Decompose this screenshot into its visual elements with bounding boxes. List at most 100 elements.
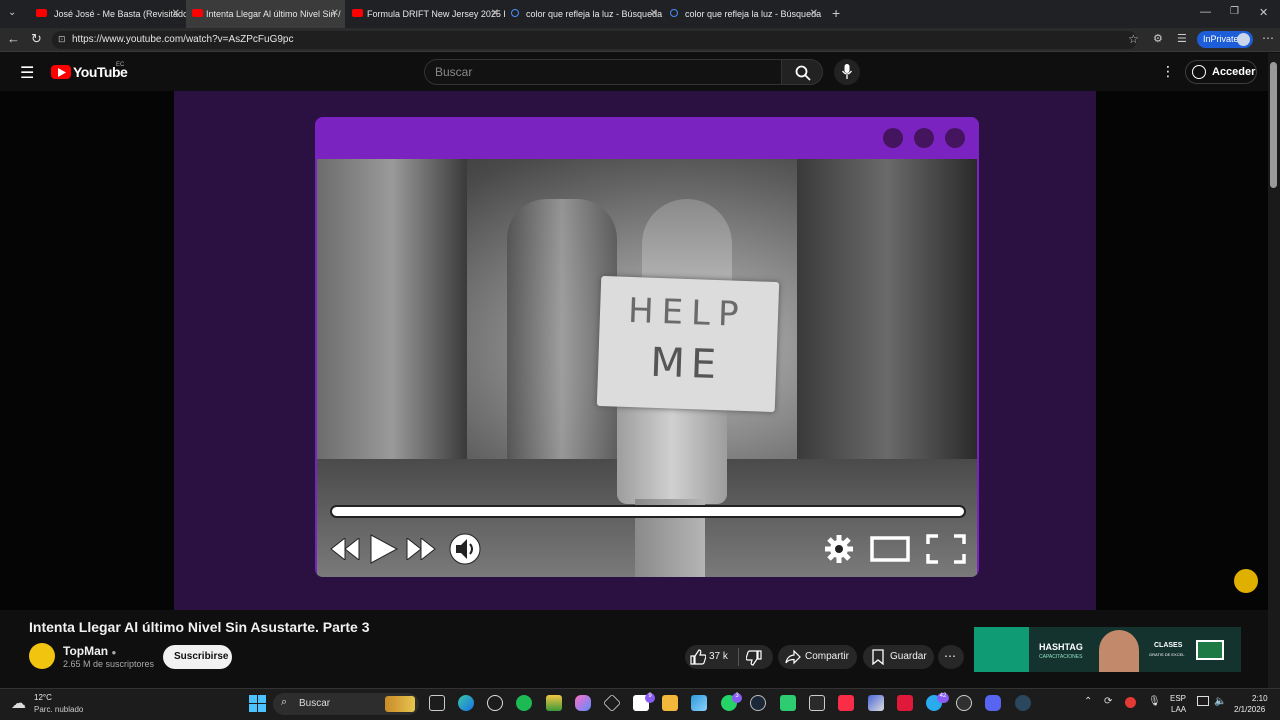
save-button[interactable]: Guardar [863,645,934,669]
video-progress-bar[interactable] [330,505,966,518]
ad-line-3: CLASES [1154,642,1183,649]
tab-title: Intenta Llegar Al último Nivel Sin / [206,9,341,19]
like-icon[interactable] [690,649,706,665]
sign-in-button[interactable]: Acceder [1185,60,1257,84]
photos-icon[interactable] [691,695,707,711]
browser-tab[interactable]: Formula DRIFT New Jersey 2025 H ✕ [345,0,505,28]
search-icon: ⌕ [281,696,288,708]
discord-icon[interactable] [985,695,1001,711]
site-info-icon[interactable]: ⊡ [58,34,66,45]
windows-start-icon[interactable] [249,695,266,712]
excel-icon [1196,640,1224,660]
dislike-icon[interactable] [746,650,762,666]
share-button[interactable]: Compartir [778,645,857,669]
sync-icon[interactable]: ⟳ [1104,696,1112,707]
search-button[interactable] [781,59,823,85]
volume-icon[interactable] [449,533,483,565]
task-view-icon[interactable] [429,695,445,711]
close-icon[interactable]: ✕ [650,8,658,19]
play-icon[interactable] [369,534,399,564]
search-icon [511,9,519,17]
network-icon[interactable] [1197,696,1209,706]
tab-list-chevron-icon[interactable]: ⌄ [8,7,16,18]
voice-search-button[interactable] [834,59,860,85]
steam-tray-icon[interactable] [1015,695,1031,711]
tiktok-icon[interactable] [897,695,913,711]
search-placeholder: Buscar [435,65,473,79]
antivirus-icon[interactable] [1125,697,1136,708]
shortcut-app-icon[interactable] [868,695,884,711]
settings-dots-icon[interactable]: ⋮ [1161,63,1175,80]
spotify-icon[interactable] [516,695,532,711]
youtube-icon [352,9,363,17]
scrollbar-thumb[interactable] [1270,62,1277,188]
game-app-icon[interactable] [780,695,796,711]
new-tab-icon[interactable]: + [832,5,840,21]
more-actions-button[interactable]: ⋯ [938,645,964,669]
channel-watermark-icon[interactable] [1234,569,1258,593]
chevron-up-icon[interactable]: ⌃ [1084,696,1092,707]
speaker-icon[interactable]: 🔈 [1214,696,1226,707]
clock-time[interactable]: 2:10 [1252,694,1268,703]
stack-app-icon[interactable] [546,695,562,711]
language-code-1[interactable]: ESP [1170,694,1186,703]
divider [738,648,739,666]
inprivate-label: InPrivate [1203,34,1239,44]
previous-track-icon[interactable] [330,538,360,560]
browser-tab[interactable]: José José - Me Basta (Revisitado [I ✕ [24,0,186,28]
close-icon[interactable]: ✕ [172,8,180,19]
extensions-icon[interactable]: ⚙ [1153,32,1163,45]
obs-icon[interactable] [956,695,972,711]
close-icon[interactable]: ✕ [810,8,818,19]
close-icon[interactable]: ✕ [491,8,499,19]
subscribe-button[interactable]: Suscribirse [163,645,232,669]
sign-line-1: HELP [627,290,748,336]
microphone-tray-icon[interactable]: 🎙 [1148,696,1161,707]
ad-banner[interactable]: HASHTAG CAPACITACIONES CLASES GRATIS DE … [974,627,1241,672]
clock-date[interactable]: 2/1/2026 [1234,705,1265,714]
weather-icon[interactable]: ☁ [11,694,26,712]
channel-avatar[interactable] [29,643,55,669]
browser-tab[interactable]: color que refleja la luz - Búsqueda ✕ [505,0,664,28]
language-code-2[interactable]: LAA [1171,705,1186,714]
chatgpt-icon[interactable] [487,695,503,711]
close-icon[interactable]: ✕ [331,8,339,19]
collections-icon[interactable]: ☰ [1177,32,1187,45]
music-app-icon[interactable] [838,695,854,711]
favorites-star-icon[interactable]: ☆ [1128,32,1139,46]
restore-icon[interactable]: ❐ [1230,6,1239,17]
account-circle-icon [1192,65,1206,79]
like-count: 37 k [709,651,728,662]
share-label: Compartir [805,651,849,662]
steam-icon[interactable] [750,695,766,711]
refresh-icon[interactable]: ↻ [31,31,42,47]
url-field[interactable]: ⊡ https://www.youtube.com/watch?v=AsZPcF… [52,31,1137,49]
back-icon[interactable]: ← [7,31,20,46]
epic-games-icon[interactable] [809,695,825,711]
fullscreen-icon[interactable] [926,534,966,564]
more-menu-icon[interactable]: ⋯ [1262,31,1274,45]
search-input[interactable]: Buscar [424,59,782,85]
next-track-icon[interactable] [406,538,436,560]
badge-count: 3 [732,693,742,703]
file-explorer-icon[interactable] [662,695,678,711]
copilot-icon[interactable] [575,695,591,711]
search-highlight-image [385,696,415,712]
browser-tab-bar: ⌄ José José - Me Basta (Revisitado [I ✕ … [0,0,1280,28]
sign-line-2: ME [649,339,723,389]
hamburger-menu-icon[interactable]: ☰ [20,63,34,83]
browser-tab[interactable]: color que refleja la luz - Búsqueda ✕ [664,0,824,28]
theater-mode-icon[interactable] [870,536,910,562]
close-window-icon[interactable]: ✕ [1259,6,1268,19]
address-bar-row: ← ↻ ⊡ https://www.youtube.com/watch?v=As… [0,28,1280,52]
edge-icon[interactable] [458,695,474,711]
badge-count: 42 [937,693,949,703]
tab-title: Formula DRIFT New Jersey 2025 H [367,9,505,19]
channel-name[interactable]: TopMan ● [63,644,116,658]
inprivate-badge[interactable]: InPrivate [1197,31,1253,48]
browser-tab-active[interactable]: Intenta Llegar Al último Nivel Sin / ✕ [186,0,345,28]
gear-icon[interactable] [824,534,854,564]
minimize-icon[interactable]: — [1200,6,1211,18]
taskbar-search[interactable]: ⌕ Buscar [273,693,419,715]
fake-window-titlebar [315,117,979,159]
